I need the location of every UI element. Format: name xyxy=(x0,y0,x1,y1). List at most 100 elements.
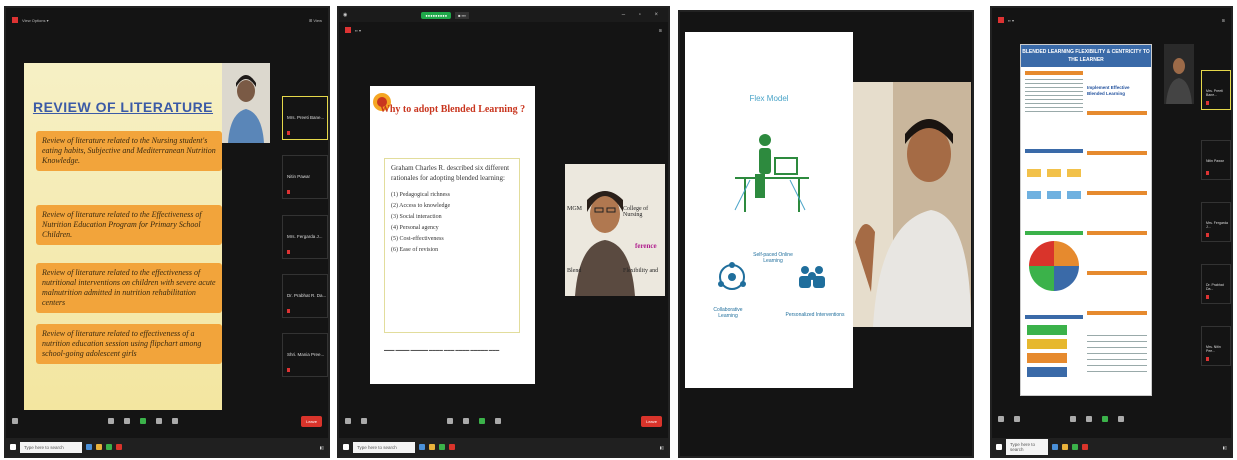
share-screen-button[interactable] xyxy=(479,418,485,424)
windows-start-icon[interactable] xyxy=(996,444,1002,450)
poster-section-bar xyxy=(1087,271,1147,275)
participant-name: Nitin Pawar xyxy=(287,174,311,179)
poster-text-line xyxy=(1087,359,1147,360)
chat-button[interactable] xyxy=(124,418,130,424)
more-button[interactable] xyxy=(172,418,178,424)
view-options[interactable]: ▪▪ ▾ xyxy=(1008,18,1014,23)
taskbar-search[interactable]: Type here to search xyxy=(20,441,82,453)
app-icon[interactable] xyxy=(1062,444,1068,450)
participant-name: Mrs. Fergarda J... xyxy=(287,234,323,239)
rationale-item: (4) Personal agency xyxy=(391,225,439,231)
screen-share-banner: ●●●●●●●●● xyxy=(421,11,452,19)
poster-text-line xyxy=(1025,111,1083,112)
meeting-controls: Leave xyxy=(6,410,328,432)
mic-muted-icon xyxy=(287,131,290,135)
app-icon[interactable] xyxy=(96,444,102,450)
participant-tile[interactable]: Dr. Prabhat R. Da... xyxy=(282,274,328,318)
participant-name: Mrs. Fergarda J... xyxy=(1206,221,1228,229)
app-icon[interactable] xyxy=(1052,444,1058,450)
background-text: ference xyxy=(635,242,657,250)
poster-section-bar xyxy=(1087,191,1147,195)
view-options[interactable]: ▪▪ ▾ xyxy=(355,28,361,33)
literature-box: Review of literature related to the Effe… xyxy=(36,205,222,245)
share-screen-button[interactable] xyxy=(1102,416,1108,422)
windows-start-icon[interactable] xyxy=(10,444,16,450)
poster-section-bar xyxy=(1025,231,1083,235)
participant-tile[interactable]: Nitin Pawar xyxy=(282,155,328,199)
mute-button[interactable] xyxy=(12,418,18,424)
screenshot-literature-review: View Options ▾ ⊞ View REVIEW OF LITERATU… xyxy=(4,6,330,458)
presenter-person-icon xyxy=(222,63,270,143)
poster-subtitle: Implement Effective Blended Learning xyxy=(1087,85,1130,96)
leave-button[interactable]: Leave xyxy=(301,415,322,427)
chat-button[interactable] xyxy=(463,418,469,424)
poster-text-line xyxy=(1087,341,1147,342)
view-toggle[interactable]: ⊞ xyxy=(659,28,662,33)
app-icon[interactable] xyxy=(439,444,445,450)
taskbar-search[interactable]: Type here to search xyxy=(1006,439,1048,455)
rationale-item: (3) Social interaction xyxy=(391,214,442,220)
window-controls[interactable]: – ▫ × xyxy=(622,12,664,18)
app-icon[interactable] xyxy=(1082,444,1088,450)
view-toggle[interactable]: ⊞ View xyxy=(309,18,322,23)
reactions-button[interactable] xyxy=(1118,416,1124,422)
participants-button[interactable] xyxy=(108,418,114,424)
model-label: Self-paced Online Learning xyxy=(753,252,793,264)
participants-button[interactable] xyxy=(1070,416,1076,422)
participant-tile[interactable]: Mrs. Preeti Bane... xyxy=(282,96,328,140)
poster-text-line xyxy=(1025,87,1083,88)
app-icon[interactable] xyxy=(106,444,112,450)
participant-tile[interactable]: Mrs. Fergarda J... xyxy=(282,215,328,259)
participant-tile[interactable]: Mrs. Fergarda J... xyxy=(1201,202,1231,242)
participant-tile[interactable]: Shri. Mania Pree... xyxy=(282,333,328,377)
share-screen-button[interactable] xyxy=(140,418,146,424)
clock-icon: ▮▯ xyxy=(319,444,324,450)
reactions-button[interactable] xyxy=(495,418,501,424)
screenshot-flex-model: Flex Model Self-paced Online Learning Co… xyxy=(678,10,974,458)
taskbar-search[interactable]: Type here to search xyxy=(353,441,415,453)
video-button[interactable] xyxy=(1014,416,1020,422)
poster-text-line xyxy=(1087,353,1147,354)
video-button[interactable] xyxy=(361,418,367,424)
participant-tile[interactable]: Dr. Prabhat Da... xyxy=(1201,264,1231,304)
participant-tile[interactable]: Nitin Pawar xyxy=(1201,140,1231,180)
app-icon[interactable] xyxy=(419,444,425,450)
windows-taskbar: Type here to search ▮▯ xyxy=(339,438,668,456)
chat-button[interactable] xyxy=(1086,416,1092,422)
app-icon[interactable] xyxy=(116,444,122,450)
poster-section-bar xyxy=(1087,231,1147,235)
poster-text-line xyxy=(1025,107,1083,108)
poster-section-bar xyxy=(1025,315,1083,319)
mic-muted-icon xyxy=(287,368,290,372)
app-icon[interactable] xyxy=(429,444,435,450)
app-icon[interactable] xyxy=(1072,444,1078,450)
poster-section-bar xyxy=(1025,71,1083,75)
mute-button[interactable] xyxy=(998,416,1004,422)
participant-tile[interactable]: Mrs. Preeti Bane... xyxy=(1201,70,1231,110)
participant-name: Nitin Pawar xyxy=(1206,159,1224,163)
poster-title: BLENDED LEARNING FLEXIBILITY & CENTRICIT… xyxy=(1021,45,1151,67)
leave-button[interactable]: Leave xyxy=(641,415,662,427)
poster-text-line xyxy=(1087,365,1147,366)
slide-footer: ▬▬▬ ▬▬▬▬ ▬▬▬▬▬ ▬▬▬▬ ▬▬▬ ▬▬▬▬ ▬▬▬▬▬ ▬▬▬ xyxy=(384,348,500,352)
app-icon[interactable] xyxy=(449,444,455,450)
participants-button[interactable] xyxy=(447,418,453,424)
mute-button[interactable] xyxy=(345,418,351,424)
meeting-view-bar: ▪▪ ▾ ⊞ xyxy=(992,12,1231,28)
model-label: Personalized Interventions xyxy=(785,312,845,318)
app-icon[interactable] xyxy=(86,444,92,450)
poster-text-line xyxy=(1025,91,1083,92)
reactions-button[interactable] xyxy=(156,418,162,424)
presenter-person-icon xyxy=(1166,58,1192,104)
poster-section-bar xyxy=(1087,311,1147,315)
view-toggle[interactable]: ⊞ xyxy=(1222,18,1225,23)
view-options[interactable]: View Options ▾ xyxy=(22,18,49,23)
participant-tile[interactable]: Mrs. Nitin Pee... xyxy=(1201,326,1231,366)
stop-share-button[interactable]: ■ ▪▪▪ xyxy=(455,11,469,19)
windows-taskbar: Type here to search ▮▯ xyxy=(6,438,328,456)
shared-slide: Why to adopt Blended Learning ? Graham C… xyxy=(370,86,535,384)
poster-section-bar xyxy=(1025,149,1083,153)
windows-start-icon[interactable] xyxy=(343,444,349,450)
poster-cycle-diagram xyxy=(1029,241,1079,291)
mic-muted-icon xyxy=(1206,295,1209,299)
